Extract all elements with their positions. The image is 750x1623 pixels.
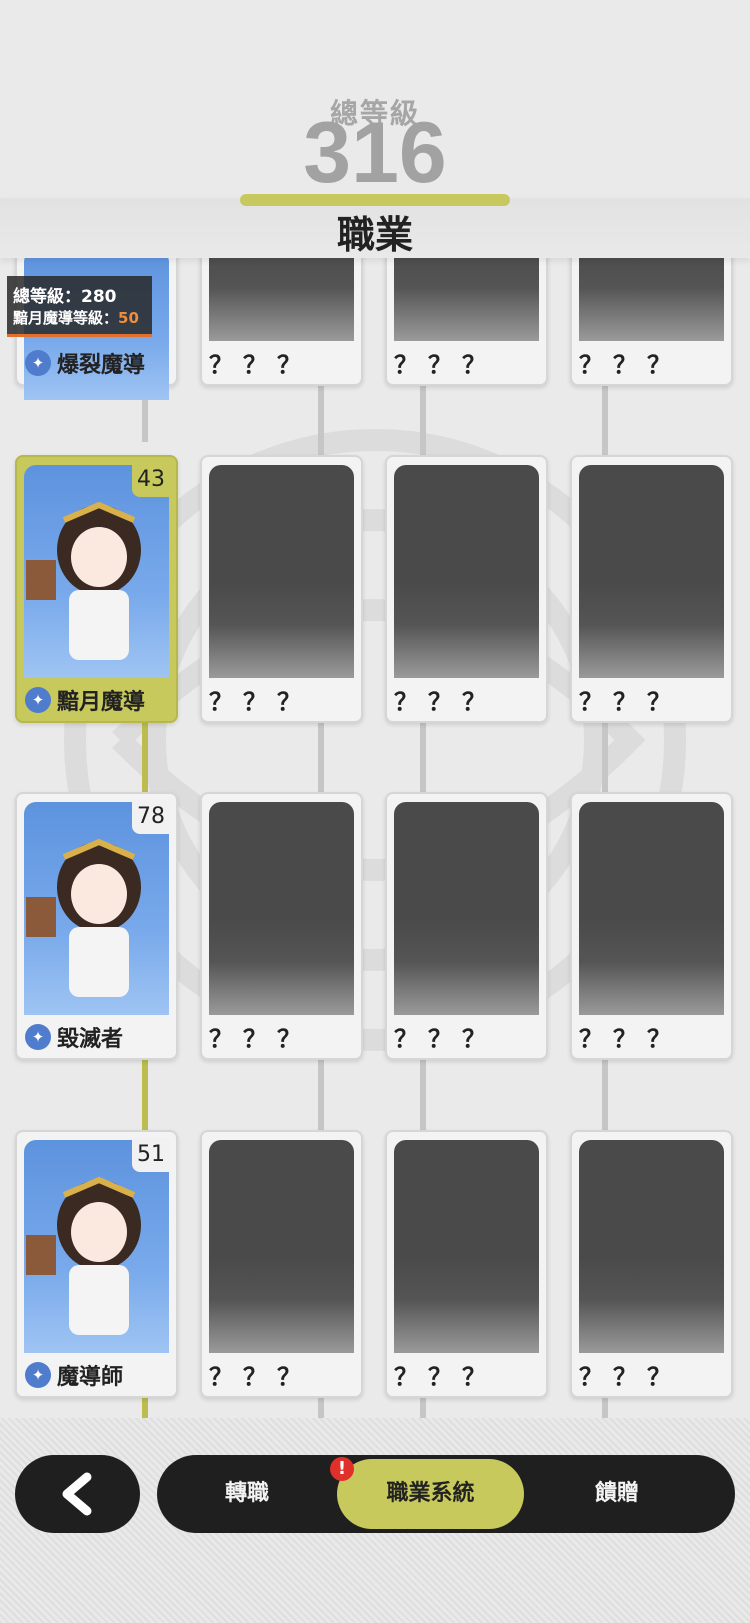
total-level-value: 316 bbox=[303, 105, 447, 201]
locked-job-card[interactable]: ？？？ bbox=[200, 1130, 363, 1398]
job-card-destroyer[interactable]: 78 ✦ 毀滅者 bbox=[15, 792, 178, 1060]
job-name: 爆裂魔導 bbox=[57, 353, 146, 378]
job-label: ✦ 毀滅者 bbox=[25, 1021, 123, 1053]
job-name: 魔導師 bbox=[57, 1365, 124, 1390]
job-level-info: 黯月魔導等級：50 bbox=[13, 309, 139, 327]
locked-label: ？？？ bbox=[394, 351, 496, 379]
job-name: 黯月魔導 bbox=[57, 690, 146, 715]
job-card-mage[interactable]: 51 ✦ 魔導師 bbox=[15, 1130, 178, 1398]
locked-job-card[interactable]: ？？？ bbox=[200, 792, 363, 1060]
magic-class-icon: ✦ bbox=[25, 350, 51, 376]
locked-label: ？？？ bbox=[579, 1363, 681, 1391]
job-label: ✦ 黯月魔導 bbox=[25, 684, 145, 716]
locked-label: ？？？ bbox=[394, 1025, 496, 1053]
bottom-nav: 轉職 職業系統 饋贈 bbox=[157, 1455, 735, 1533]
job-name: 毀滅者 bbox=[57, 1027, 124, 1052]
locked-silhouette bbox=[394, 1140, 539, 1353]
tab-gift[interactable]: 饋贈 bbox=[557, 1455, 677, 1533]
locked-label: ？？？ bbox=[209, 1025, 311, 1053]
locked-label: ？？？ bbox=[394, 1363, 496, 1391]
locked-silhouette bbox=[394, 802, 539, 1015]
locked-silhouette bbox=[209, 465, 354, 678]
locked-silhouette bbox=[209, 802, 354, 1015]
locked-label: ？？？ bbox=[579, 351, 681, 379]
tab-job-change[interactable]: 轉職 bbox=[187, 1455, 307, 1533]
locked-job-card[interactable]: ？？？ bbox=[570, 455, 733, 723]
header: 總等級 316 職業 bbox=[0, 0, 750, 258]
job-label: ✦ 魔導師 bbox=[25, 1359, 123, 1391]
locked-job-card[interactable]: ？？？ bbox=[385, 455, 548, 723]
locked-label: ？？？ bbox=[394, 688, 496, 716]
job-label: ✦ 爆裂魔導 bbox=[25, 347, 145, 379]
locked-job-card[interactable]: ？？？ bbox=[200, 455, 363, 723]
back-button[interactable] bbox=[15, 1455, 140, 1533]
locked-silhouette bbox=[394, 465, 539, 678]
locked-silhouette bbox=[209, 1140, 354, 1353]
locked-silhouette bbox=[579, 1140, 724, 1353]
notification-badge: ! bbox=[330, 1457, 354, 1481]
job-level-badge: 51 bbox=[132, 1138, 170, 1172]
locked-label: ？？？ bbox=[209, 688, 311, 716]
locked-label: ？？？ bbox=[209, 351, 311, 379]
locked-label: ？？？ bbox=[579, 1025, 681, 1053]
tab-job-system[interactable]: 職業系統 bbox=[337, 1459, 524, 1529]
page-title: 職業 bbox=[336, 213, 413, 257]
magic-class-icon: ✦ bbox=[25, 1362, 51, 1388]
locked-silhouette bbox=[579, 802, 724, 1015]
magic-class-icon: ✦ bbox=[25, 1024, 51, 1050]
locked-silhouette bbox=[579, 465, 724, 678]
job-level-badge: 43 bbox=[132, 463, 170, 497]
locked-job-card[interactable]: ？？？ bbox=[570, 1130, 733, 1398]
locked-job-card[interactable]: ？？？ bbox=[385, 1130, 548, 1398]
job-level-badge: 78 bbox=[132, 800, 170, 834]
locked-label: ？？？ bbox=[209, 1363, 311, 1391]
total-level-info: 總等級：280 bbox=[13, 287, 117, 307]
job-info-overlay: 總等級：280 黯月魔導等級：50 bbox=[7, 276, 152, 337]
job-card-dark-moon-mage[interactable]: 43 ✦ 黯月魔導 bbox=[15, 455, 178, 723]
locked-job-card[interactable]: ？？？ bbox=[570, 792, 733, 1060]
locked-job-card[interactable]: ？？？ bbox=[385, 792, 548, 1060]
chevron-left-icon bbox=[62, 1472, 92, 1516]
locked-label: ？？？ bbox=[579, 688, 681, 716]
magic-class-icon: ✦ bbox=[25, 687, 51, 713]
